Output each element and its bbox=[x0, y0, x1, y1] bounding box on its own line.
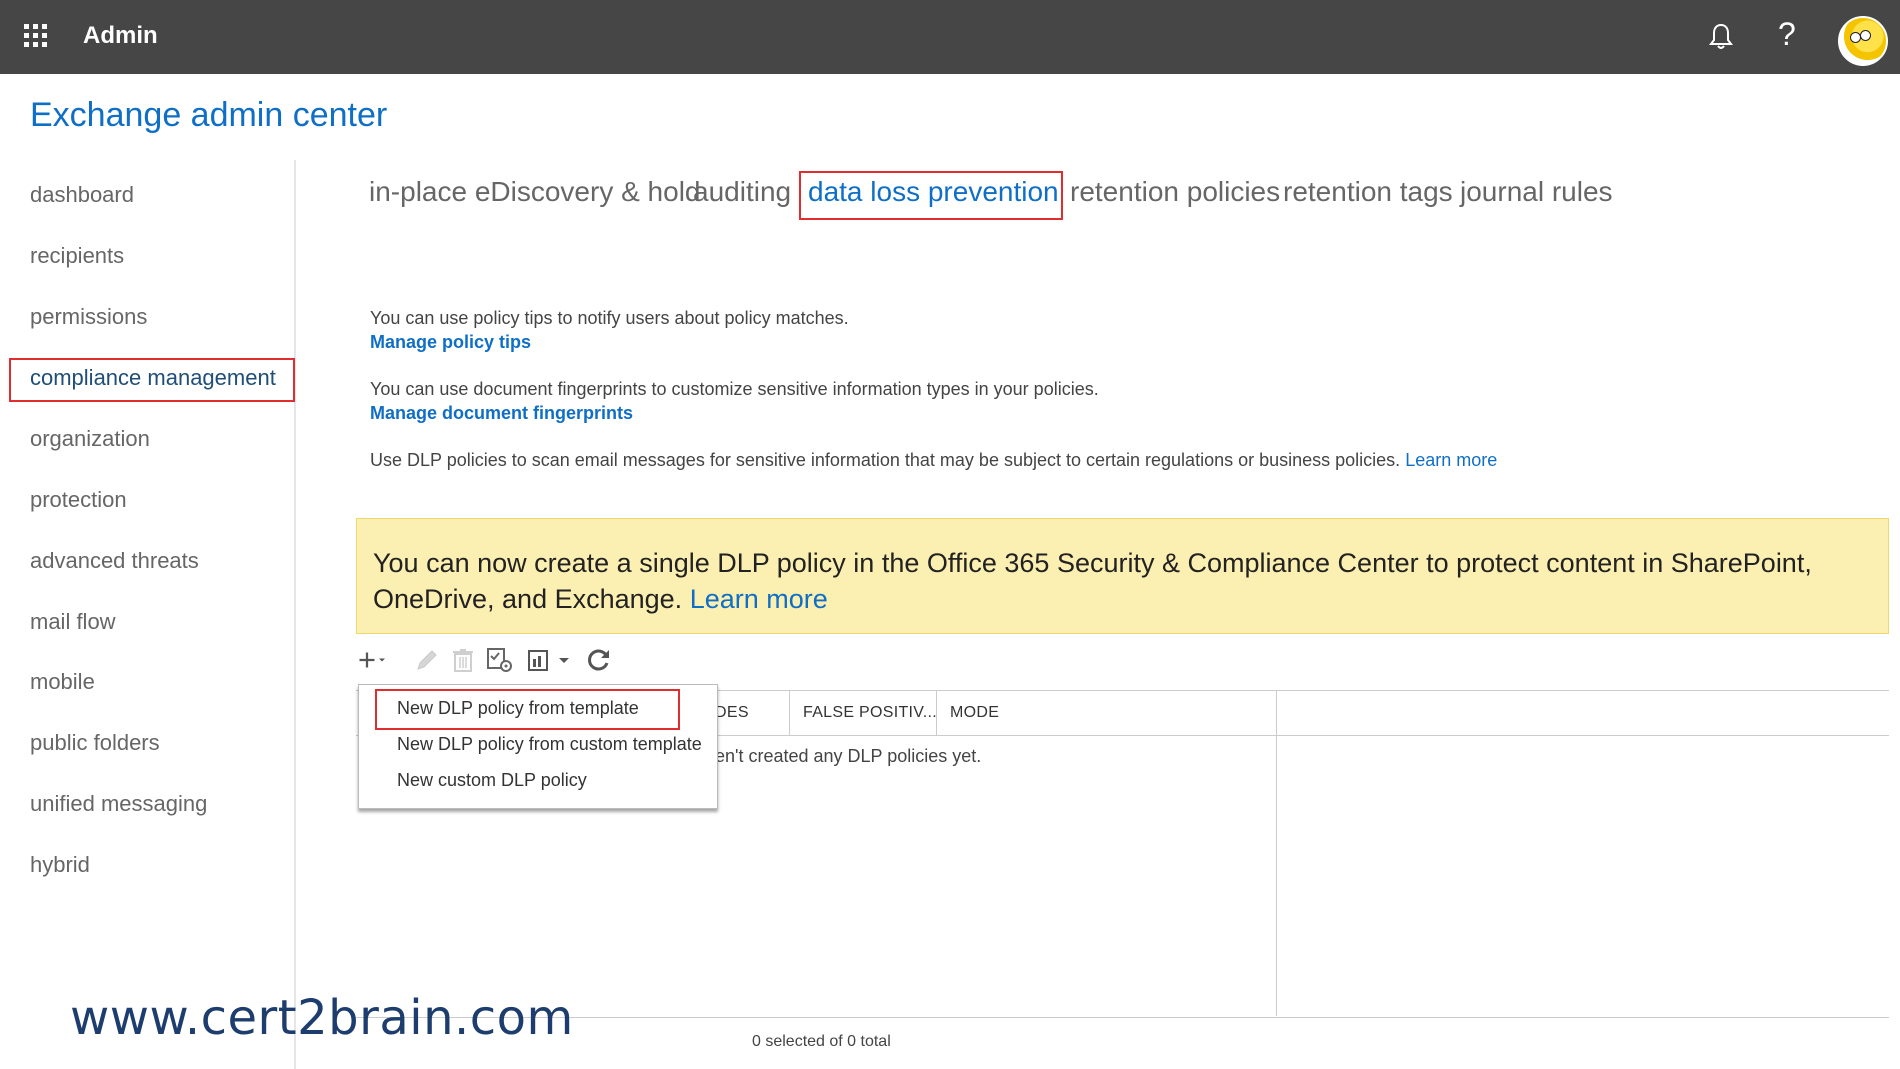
sidebar-item-permissions[interactable]: permissions bbox=[30, 304, 147, 330]
bell-icon[interactable] bbox=[1708, 22, 1734, 52]
highlight-box-sidebar bbox=[9, 358, 295, 402]
highlight-box-menu-item bbox=[375, 689, 680, 730]
manage-document-fingerprints-link[interactable]: Manage document fingerprints bbox=[370, 403, 633, 424]
banner-text: You can now create a single DLP policy i… bbox=[373, 548, 1812, 614]
sidebar-item-organization[interactable]: organization bbox=[30, 426, 150, 452]
menu-item-new-custom-dlp-policy[interactable]: New custom DLP policy bbox=[397, 770, 587, 791]
tab-retention-policies[interactable]: retention policies bbox=[1070, 176, 1280, 208]
dlp-learn-more-link[interactable]: Learn more bbox=[1405, 450, 1497, 470]
empty-table-message: en't created any DLP policies yet. bbox=[715, 746, 982, 766]
highlight-box-tab bbox=[799, 171, 1063, 220]
watermark-text: www.cert2brain.com bbox=[70, 990, 574, 1046]
sidebar-item-mail-flow[interactable]: mail flow bbox=[30, 609, 116, 635]
top-bar: Admin ? bbox=[0, 0, 1900, 74]
selection-status: 0 selected of 0 total bbox=[752, 1033, 891, 1050]
help-icon[interactable]: ? bbox=[1778, 16, 1796, 53]
banner-message: You can now create a single DLP policy i… bbox=[373, 545, 1873, 617]
manage-policy-tips-link[interactable]: Manage policy tips bbox=[370, 332, 531, 353]
column-header-false-positives[interactable]: FALSE POSITIV... bbox=[790, 690, 937, 735]
refresh-icon[interactable] bbox=[584, 645, 614, 675]
policy-tips-text: You can use policy tips to notify users … bbox=[370, 308, 849, 328]
tab-retention-tags[interactable]: retention tags bbox=[1283, 176, 1453, 208]
fingerprints-text: You can use document fingerprints to cus… bbox=[370, 379, 1099, 399]
menu-item-new-dlp-from-custom-template[interactable]: New DLP policy from custom template bbox=[397, 734, 702, 755]
sidebar-item-unified-messaging[interactable]: unified messaging bbox=[30, 791, 207, 817]
user-avatar[interactable] bbox=[1838, 16, 1888, 66]
dlp-description-text: Use DLP policies to scan email messages … bbox=[370, 450, 1401, 470]
app-launcher-icon[interactable] bbox=[24, 24, 48, 48]
dlp-description: Use DLP policies to scan email messages … bbox=[370, 450, 1497, 471]
banner-learn-more-link[interactable]: Learn more bbox=[690, 584, 828, 614]
sidebar-item-hybrid[interactable]: hybrid bbox=[30, 852, 90, 878]
sidebar-item-recipients[interactable]: recipients bbox=[30, 243, 124, 269]
tab-auditing[interactable]: auditing bbox=[693, 176, 791, 208]
export-icon[interactable] bbox=[525, 645, 575, 675]
sidebar-item-mobile[interactable]: mobile bbox=[30, 669, 95, 695]
app-title[interactable]: Admin bbox=[83, 22, 158, 50]
sidebar-item-protection[interactable]: protection bbox=[30, 487, 127, 513]
add-icon[interactable] bbox=[358, 645, 388, 675]
info-banner: You can now create a single DLP policy i… bbox=[356, 518, 1889, 634]
column-header-mode[interactable]: MODE bbox=[937, 690, 1277, 735]
details-pane-divider bbox=[1276, 690, 1277, 1016]
sidebar-item-public-folders[interactable]: public folders bbox=[30, 730, 160, 756]
sidebar-item-advanced-threats[interactable]: advanced threats bbox=[30, 548, 199, 574]
column-header-des[interactable]: DES bbox=[715, 690, 789, 735]
delete-icon[interactable] bbox=[448, 645, 478, 675]
page-title: Exchange admin center bbox=[30, 96, 388, 134]
edit-icon[interactable] bbox=[412, 645, 442, 675]
tab-journal-rules[interactable]: journal rules bbox=[1460, 176, 1613, 208]
manage-icon[interactable] bbox=[485, 645, 515, 675]
tab-in-place-ediscovery[interactable]: in-place eDiscovery & hold bbox=[369, 176, 701, 208]
sidebar-item-dashboard[interactable]: dashboard bbox=[30, 182, 134, 208]
